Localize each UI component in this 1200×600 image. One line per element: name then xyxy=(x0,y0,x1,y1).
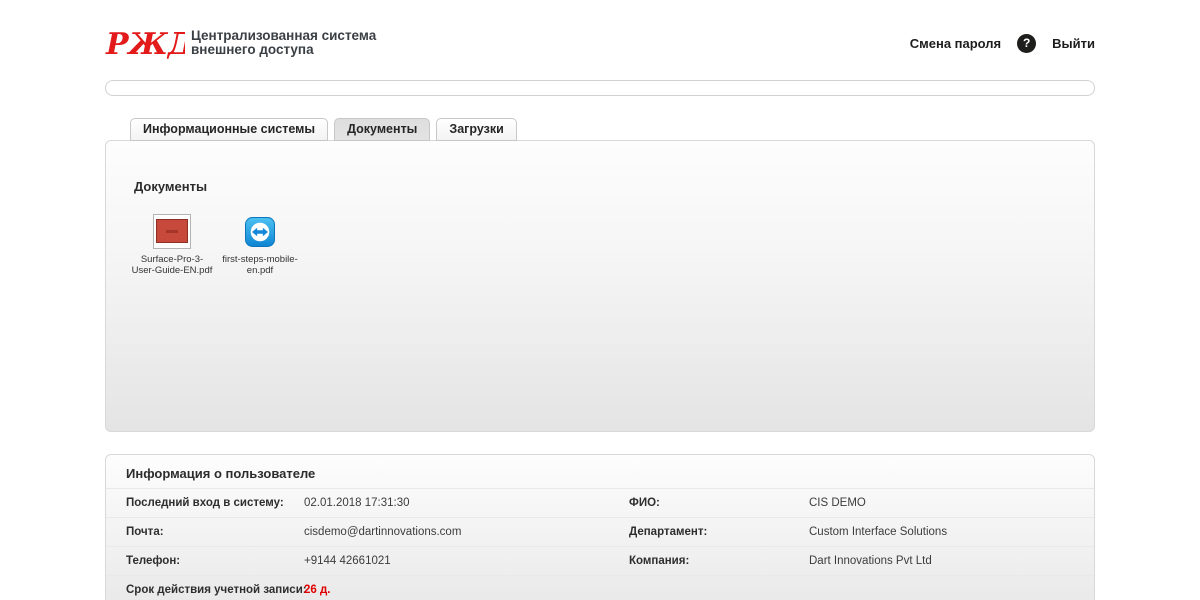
rzd-logo-icon: РЖД xyxy=(105,27,185,61)
app-title-line1: Централизованная система xyxy=(191,27,377,43)
department-value: Custom Interface Solutions xyxy=(809,526,948,538)
documents-heading: Документы xyxy=(134,179,208,194)
account-expiry-label: Срок действия учетной записи: xyxy=(126,584,307,596)
email-label: Почта: xyxy=(126,526,164,538)
user-info-panel: Информация о пользователе Последний вход… xyxy=(105,454,1095,600)
header-actions: Смена пароля ? Выйти xyxy=(910,33,1095,53)
svg-text:РЖД: РЖД xyxy=(105,27,185,61)
file-name: Surface-Pro-3-User-Guide-EN.pdf xyxy=(131,254,213,276)
app-title-line2: внешнего доступа xyxy=(191,42,314,57)
last-login-value: 02.01.2018 17:31:30 xyxy=(304,497,410,509)
tab-information-systems[interactable]: Информационные системы xyxy=(130,118,329,141)
tab-bar: Информационные системы Документы Загрузк… xyxy=(105,118,1095,141)
files-row: Surface-Pro-3-User-Guide-EN.pdf first-st… xyxy=(106,194,1094,276)
logout-link[interactable]: Выйти xyxy=(1052,36,1095,51)
phone-label: Телефон: xyxy=(126,555,181,567)
file-name: first-steps-mobile-en.pdf xyxy=(222,254,298,276)
user-info-row: Почта: cisdemo@dartinnovations.com Депар… xyxy=(106,517,1094,546)
app-title: Централизованная система внешнего доступ… xyxy=(191,27,377,58)
phone-value: +9144 42661021 xyxy=(304,555,391,567)
page-header: РЖД Централизованная система внешнего до… xyxy=(105,0,1095,70)
user-info-row: Телефон: +9144 42661021 Компания: Dart I… xyxy=(106,546,1094,575)
company-label: Компания: xyxy=(629,555,690,567)
file-item-first-steps[interactable]: first-steps-mobile-en.pdf xyxy=(218,212,302,276)
brand: РЖД Централизованная система внешнего до… xyxy=(105,25,376,61)
user-info-row: Срок действия учетной записи: 26 д. xyxy=(106,575,1094,600)
account-expiry-value: 26 д. xyxy=(304,584,331,596)
email-value: cisdemo@dartinnovations.com xyxy=(304,526,462,538)
tab-downloads[interactable]: Загрузки xyxy=(436,118,517,141)
tab-documents[interactable]: Документы xyxy=(334,118,431,141)
user-info-heading: Информация о пользователе xyxy=(126,466,316,481)
full-name-value: CIS DEMO xyxy=(809,497,866,509)
pdf-document-thumbnail-icon xyxy=(153,214,191,249)
collapsed-menu-bar xyxy=(105,80,1095,96)
file-item-surface-guide[interactable]: Surface-Pro-3-User-Guide-EN.pdf xyxy=(130,212,214,276)
department-label: Департамент: xyxy=(629,526,708,538)
company-value: Dart Innovations Pvt Ltd xyxy=(809,555,932,567)
documents-panel: Документы Surface-Pro-3-User-Guide-EN.pd… xyxy=(105,140,1095,432)
help-icon[interactable]: ? xyxy=(1017,33,1037,53)
change-password-link[interactable]: Смена пароля xyxy=(910,36,1001,51)
user-info-row: Последний вход в систему: 02.01.2018 17:… xyxy=(106,488,1094,517)
last-login-label: Последний вход в систему: xyxy=(126,497,284,509)
full-name-label: ФИО: xyxy=(629,497,660,509)
teamviewer-icon xyxy=(245,217,275,247)
